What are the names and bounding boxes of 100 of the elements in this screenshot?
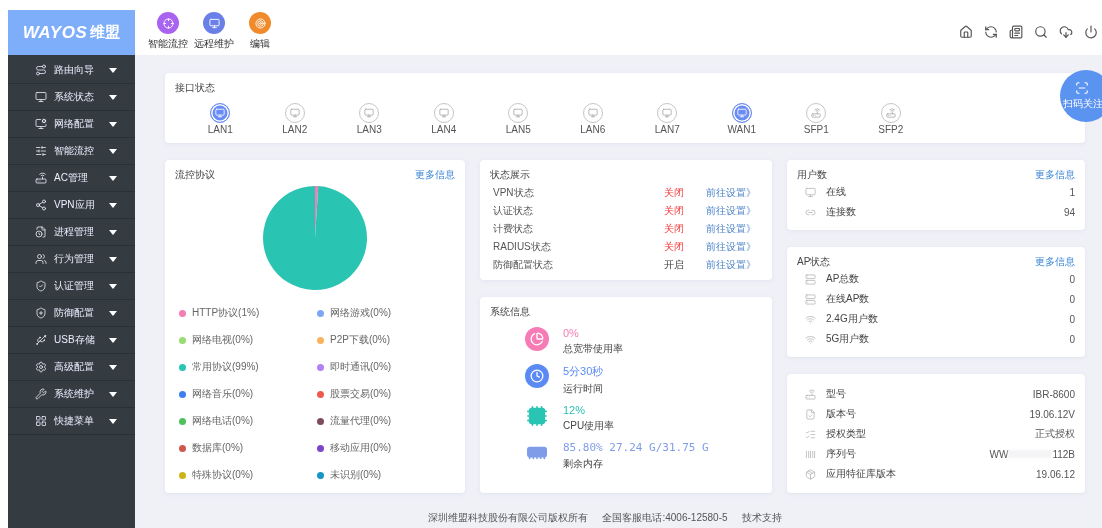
stat-value: 85.80% 27.24 G/31.75 G: [563, 441, 709, 454]
monitor-icon: [35, 91, 47, 103]
info-label: AP总数: [826, 272, 860, 286]
checklist-icon: [805, 428, 817, 440]
info-label: 版本号: [826, 407, 856, 421]
search-icon[interactable]: [1034, 25, 1048, 39]
stat-label: 剩余内存: [563, 457, 604, 471]
card-title: 状态展示: [490, 168, 531, 182]
legend-label: 网络音乐(0%): [192, 387, 254, 401]
app-shortcut[interactable]: 编辑: [236, 12, 284, 51]
cloud-download-icon[interactable]: [1059, 25, 1073, 39]
barcode-icon: [805, 448, 817, 460]
caret-icon: [109, 337, 117, 343]
wifi-icon: [805, 333, 817, 345]
stat-label: 运行时间: [563, 382, 604, 396]
info-label: 在线: [826, 185, 846, 199]
settings-link[interactable]: 前往设置》: [706, 240, 762, 254]
support-link[interactable]: 技术支持: [741, 511, 782, 525]
monitor-icon: [203, 12, 225, 34]
info-label: 2.4G用户数: [826, 312, 878, 326]
settings-link[interactable]: 前往设置》: [706, 258, 762, 272]
caret-icon: [109, 256, 117, 262]
status-value: 关闭: [664, 222, 685, 236]
grid-icon: [35, 415, 47, 427]
monitor-icon: [805, 186, 817, 198]
refresh-icon[interactable]: [984, 25, 998, 39]
caret-icon: [109, 148, 117, 154]
more-link[interactable]: 更多信息: [1035, 168, 1075, 182]
app-shortcut[interactable]: 智能流控: [144, 12, 192, 51]
caret-icon: [109, 418, 117, 424]
info-label: 型号: [826, 387, 846, 401]
legend-label: 网络电视(0%): [192, 333, 254, 347]
stat-value: 5分30秒: [563, 364, 604, 379]
legend-label: 数据库(0%): [192, 441, 244, 455]
monitor-gear-icon: [35, 118, 47, 130]
port-label: LAN2: [282, 124, 308, 135]
info-value: 19.06.12: [1036, 468, 1075, 480]
legend-label: P2P下载(0%): [330, 333, 390, 347]
info-value: 0: [1069, 293, 1075, 305]
info-value: 94: [1063, 206, 1075, 218]
caret-icon: [109, 67, 117, 73]
port-label: LAN1: [207, 124, 233, 135]
gear-icon: [35, 361, 47, 373]
legend-label: 即时通讯(0%): [330, 360, 392, 374]
legend-label: 特殊协议(0%): [192, 468, 254, 482]
device-icon: [805, 293, 817, 305]
wifi-icon: [805, 313, 817, 325]
card-title: 系统信息: [490, 305, 531, 319]
more-link[interactable]: 更多信息: [415, 168, 455, 182]
info-value: WW: [989, 448, 1009, 460]
app-shortcut[interactable]: 远程维护: [190, 12, 238, 51]
info-value: 0: [1069, 313, 1075, 325]
settings-link[interactable]: 前往设置》: [706, 222, 762, 236]
port-label: WAN1: [727, 124, 756, 135]
legend-label: 移动应用(0%): [330, 441, 392, 455]
caret-icon: [109, 229, 117, 235]
caret-icon: [109, 121, 117, 127]
more-link[interactable]: 更多信息: [1035, 255, 1075, 269]
document-icon[interactable]: [1009, 25, 1023, 39]
info-value: IBR-8600: [1032, 388, 1075, 400]
settings-link[interactable]: 前往设置》: [706, 186, 762, 200]
info-value: 1: [1069, 186, 1075, 198]
port-label: SFP1: [803, 124, 829, 135]
info-label: 5G用户数: [826, 332, 870, 346]
port-label: LAN6: [580, 124, 606, 135]
logo: WAYOS 维盟: [8, 10, 135, 55]
info-value: 19.06.12V: [1029, 408, 1075, 420]
status-value: 开启: [664, 258, 685, 272]
network-nodes-icon: [35, 199, 47, 211]
settings-link[interactable]: 前往设置》: [706, 204, 762, 218]
legend-label: 流量代理(0%): [330, 414, 392, 428]
legend-label: 网络游戏(0%): [330, 306, 392, 320]
caret-icon: [109, 364, 117, 370]
info-value: 正式授权: [1035, 427, 1075, 441]
info-label: 序列号: [826, 447, 856, 461]
wrench-icon: [35, 388, 47, 400]
card-title: 用户数: [797, 168, 827, 182]
caret-icon: [109, 310, 117, 316]
router-icon: [805, 388, 817, 400]
port-label: LAN4: [431, 124, 457, 135]
legend-label: 网络电话(0%): [192, 414, 254, 428]
target-icon: [157, 12, 179, 34]
card-title: 流控协议: [175, 168, 215, 182]
power-icon[interactable]: [1084, 25, 1098, 39]
card-title: AP状态: [797, 255, 831, 269]
info-label: 应用特征库版本: [826, 467, 896, 481]
status-name: 认证状态: [493, 204, 534, 218]
status-name: 防御配置状态: [493, 258, 554, 272]
stat-value: 12%: [563, 404, 587, 416]
legend-label: 常用协议(99%): [192, 360, 259, 374]
legend-label: 股票交易(0%): [330, 387, 392, 401]
caret-icon: [109, 94, 117, 100]
home-icon[interactable]: [959, 25, 973, 39]
port-label: LAN3: [356, 124, 382, 135]
stat-label: CPU使用率: [563, 419, 615, 433]
status-value: 关闭: [664, 240, 685, 254]
info-label: 连接数: [826, 205, 856, 219]
legend-label: HTTP协议(1%): [192, 306, 260, 320]
port-label: LAN5: [505, 124, 531, 135]
info-label: 授权类型: [826, 427, 866, 441]
